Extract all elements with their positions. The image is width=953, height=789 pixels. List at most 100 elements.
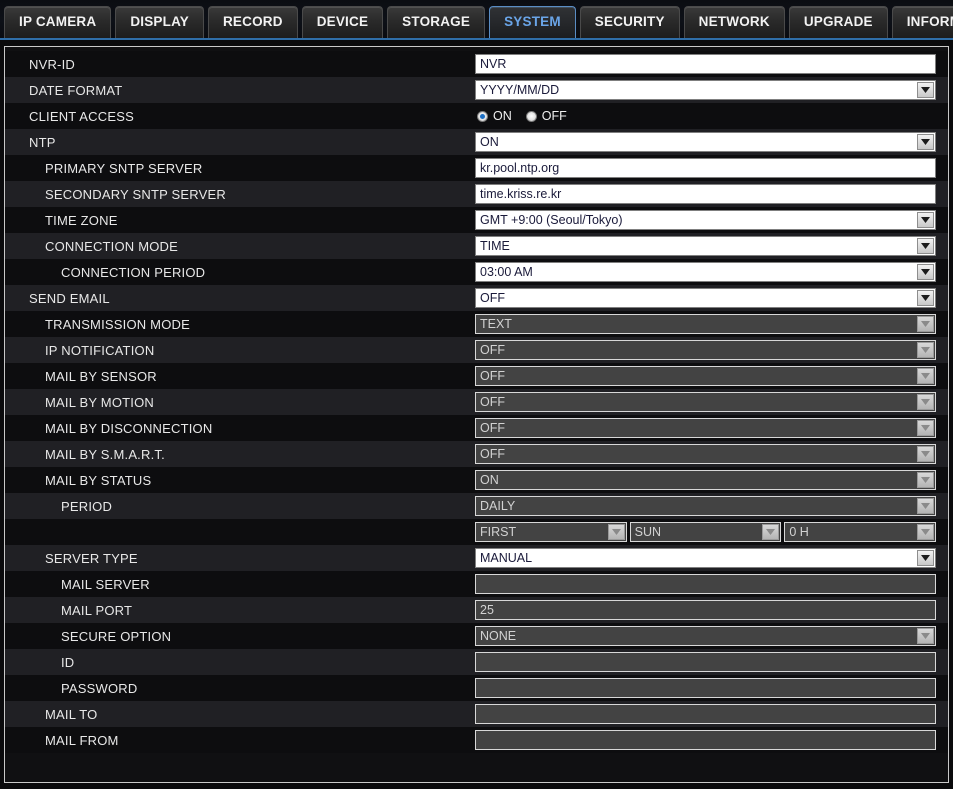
control-cell-mail-by-motion: OFF xyxy=(475,392,936,412)
chevron-down-icon[interactable] xyxy=(607,524,625,540)
control-cell-mail-to xyxy=(475,704,936,724)
select-mail-by-motion: OFF xyxy=(475,392,936,412)
control-cell-password xyxy=(475,678,936,698)
tab-information[interactable]: INFORMATION xyxy=(891,6,953,38)
control-cell-row-18: FIRST SUN 0 H xyxy=(475,522,937,542)
control-cell-server-type: MANUAL xyxy=(475,548,936,568)
chevron-down-icon[interactable] xyxy=(917,550,934,566)
settings-row-connection-period: CONNECTION PERIOD 03:00 AM xyxy=(5,259,948,285)
settings-row-secondary-sntp-server: SECONDARY SNTP SERVER xyxy=(5,181,948,207)
label-primary-sntp-server: PRIMARY SNTP SERVER xyxy=(45,160,203,176)
select-connection-period[interactable]: 03:00 AM xyxy=(475,262,936,282)
settings-row-mail-to: MAIL TO xyxy=(5,701,948,727)
select-ntp[interactable]: ON xyxy=(475,132,936,152)
tab-device[interactable]: DEVICE xyxy=(301,6,384,38)
chevron-down-icon[interactable] xyxy=(917,628,934,644)
label-id: ID xyxy=(61,654,75,670)
tab-security[interactable]: SECURITY xyxy=(579,6,680,38)
control-cell-ip-notification: OFF xyxy=(475,340,936,360)
tab-display[interactable]: DISPLAY xyxy=(115,6,204,38)
tab-upgrade[interactable]: UPGRADE xyxy=(788,6,888,38)
chevron-down-icon[interactable] xyxy=(917,212,934,228)
tab-network[interactable]: NETWORK xyxy=(683,6,785,38)
settings-row-ip-notification: IP NOTIFICATION OFF xyxy=(5,337,948,363)
chevron-down-icon[interactable] xyxy=(917,394,934,410)
tab-record[interactable]: RECORD xyxy=(207,6,298,38)
input-nvr-id[interactable] xyxy=(475,54,936,74)
select-send-email[interactable]: OFF xyxy=(475,288,936,308)
settings-row-secure-option: SECURE OPTION NONE xyxy=(5,623,948,649)
settings-row-mail-by-motion: MAIL BY MOTION OFF xyxy=(5,389,948,415)
label-server-type: SERVER TYPE xyxy=(45,550,138,566)
chevron-down-icon[interactable] xyxy=(917,498,934,514)
select-mail-by-status: ON xyxy=(475,470,936,490)
tab-system[interactable]: SYSTEM xyxy=(489,6,576,38)
control-cell-mail-port xyxy=(475,600,936,620)
select-ip-notification: OFF xyxy=(475,340,936,360)
select-value-week-ordinal: FIRST xyxy=(480,525,517,539)
label-mail-by-status: MAIL BY STATUS xyxy=(45,472,152,488)
chevron-down-icon[interactable] xyxy=(917,82,934,98)
chevron-down-icon[interactable] xyxy=(762,524,780,540)
radio-group-client-access: ON OFF xyxy=(475,108,567,123)
chevron-down-icon[interactable] xyxy=(917,316,934,332)
settings-row-ntp: NTP ON xyxy=(5,129,948,155)
select-value-ntp: ON xyxy=(480,135,499,149)
tab-storage[interactable]: STORAGE xyxy=(387,6,486,38)
label-client-access: CLIENT ACCESS xyxy=(29,108,134,124)
select-value-period: DAILY xyxy=(480,499,516,513)
select-value-date-format: YYYY/MM/DD xyxy=(480,83,560,97)
radio-on[interactable]: ON xyxy=(477,108,512,123)
control-cell-client-access: ON OFF xyxy=(475,108,936,123)
chevron-down-icon[interactable] xyxy=(917,290,934,306)
select-connection-mode[interactable]: TIME xyxy=(475,236,936,256)
label-mail-by-motion: MAIL BY MOTION xyxy=(45,394,154,410)
radio-off[interactable]: OFF xyxy=(525,108,567,123)
label-date-format: DATE FORMAT xyxy=(29,82,123,98)
chevron-down-icon[interactable] xyxy=(917,368,934,384)
radio-dot-on[interactable] xyxy=(477,110,488,122)
chevron-down-icon[interactable] xyxy=(917,342,934,358)
select-hour: 0 H xyxy=(784,522,937,542)
settings-row-id: ID xyxy=(5,649,948,675)
chevron-down-icon[interactable] xyxy=(917,134,934,150)
radio-label-on: ON xyxy=(493,108,512,123)
input-secondary-sntp-server[interactable] xyxy=(475,184,936,204)
select-mail-by-s-m-a-r-t: OFF xyxy=(475,444,936,464)
settings-panel: NVR-ID DATE FORMAT YYYY/MM/DD CLIENT ACCESS… xyxy=(4,46,949,783)
chevron-down-icon[interactable] xyxy=(917,238,934,254)
label-connection-period: CONNECTION PERIOD xyxy=(61,264,206,280)
radio-dot-off[interactable] xyxy=(525,110,537,122)
chevron-down-icon[interactable] xyxy=(917,446,934,462)
select-server-type[interactable]: MANUAL xyxy=(475,548,936,568)
select-time-zone[interactable]: GMT +9:00 (Seoul/Tokyo) xyxy=(475,210,936,230)
chevron-down-icon[interactable] xyxy=(917,524,935,540)
tab-ip-camera[interactable]: IP CAMERA xyxy=(4,6,112,38)
select-date-format[interactable]: YYYY/MM/DD xyxy=(475,80,936,100)
label-nvr-id: NVR-ID xyxy=(29,56,75,72)
schedule-select-group: FIRST SUN 0 H xyxy=(475,522,937,542)
label-secondary-sntp-server: SECONDARY SNTP SERVER xyxy=(45,186,226,202)
radio-label-off: OFF xyxy=(541,108,567,123)
input-primary-sntp-server[interactable] xyxy=(475,158,936,178)
chevron-down-icon[interactable] xyxy=(917,420,934,436)
control-cell-period: DAILY xyxy=(475,496,936,516)
select-secure-option: NONE xyxy=(475,626,936,646)
label-secure-option: SECURE OPTION xyxy=(61,628,172,644)
label-mail-from: MAIL FROM xyxy=(45,732,119,748)
select-value-transmission-mode: TEXT xyxy=(480,317,512,331)
select-value-time-zone: GMT +9:00 (Seoul/Tokyo) xyxy=(480,213,623,227)
label-period: PERIOD xyxy=(61,498,113,514)
select-value-weekday: SUN xyxy=(634,525,662,539)
chevron-down-icon[interactable] xyxy=(917,472,934,488)
settings-row-send-email: SEND EMAIL OFF xyxy=(5,285,948,311)
chevron-down-icon[interactable] xyxy=(917,264,934,280)
input-mail-server xyxy=(475,574,936,594)
settings-row-period: PERIOD DAILY xyxy=(5,493,948,519)
control-cell-date-format: YYYY/MM/DD xyxy=(475,80,936,100)
control-cell-connection-period: 03:00 AM xyxy=(475,262,936,282)
settings-row-mail-by-sensor: MAIL BY SENSOR OFF xyxy=(5,363,948,389)
label-mail-to: MAIL TO xyxy=(45,706,98,722)
select-transmission-mode: TEXT xyxy=(475,314,936,334)
select-value-mail-by-s-m-a-r-t: OFF xyxy=(480,447,505,461)
